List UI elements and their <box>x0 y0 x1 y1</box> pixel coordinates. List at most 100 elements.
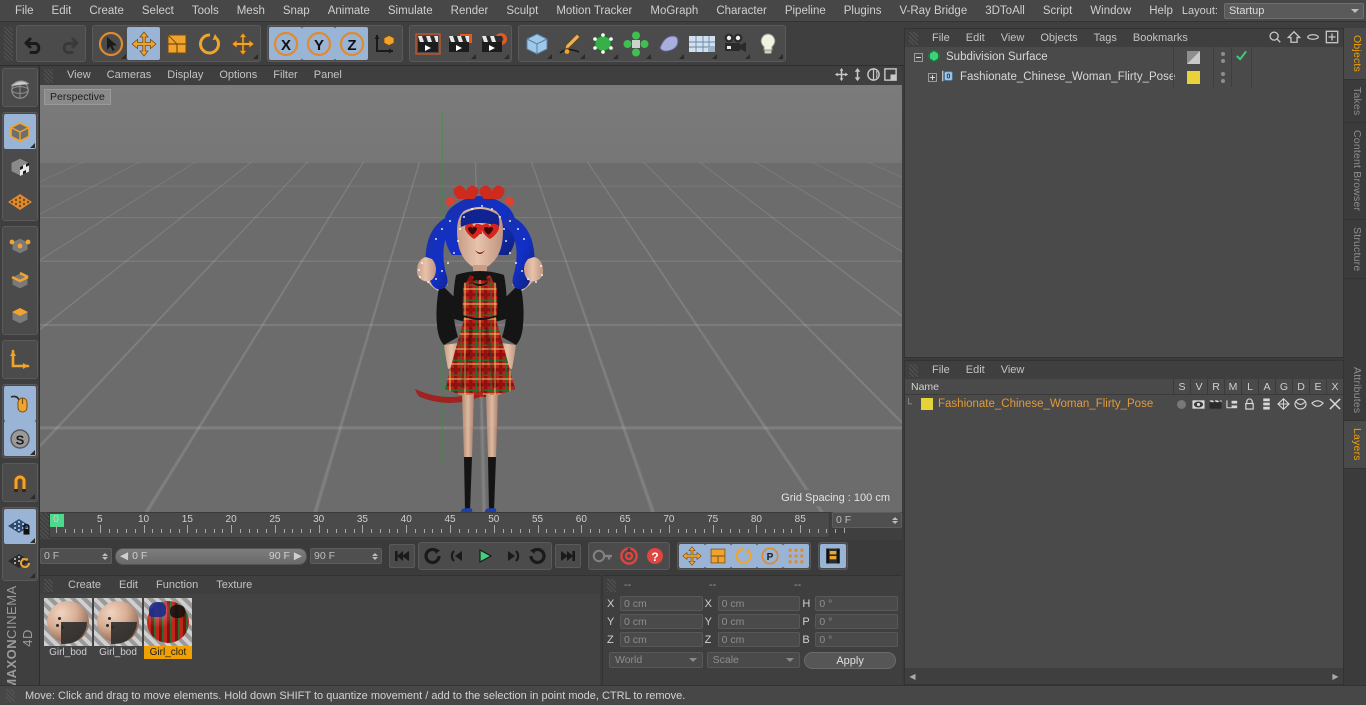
undo-icon[interactable] <box>18 27 51 60</box>
viewport-grip[interactable] <box>44 68 53 83</box>
spline-pen-icon[interactable] <box>553 27 586 60</box>
select-cursor-icon[interactable] <box>94 27 127 60</box>
field-rot-h[interactable]: 0 ° <box>815 596 899 611</box>
scroll-right-arrow-icon[interactable]: ▶ <box>1330 671 1341 682</box>
object-dots-cell[interactable] <box>1213 47 1231 67</box>
viewport-menu-display[interactable]: Display <box>159 66 211 85</box>
menu-item-vray-bridge[interactable]: V-Ray Bridge <box>890 0 976 22</box>
object-row-fashionate-chinese-woman-flirty-pose[interactable]: 0 Fashionate_Chinese_Woman_Flirty_Pose <box>905 67 1343 87</box>
scale-icon[interactable] <box>160 27 193 60</box>
tab-structure[interactable]: Structure <box>1344 220 1366 280</box>
lock-icon[interactable] <box>1241 395 1258 413</box>
model-mode-icon[interactable] <box>3 114 36 149</box>
status-grip[interactable] <box>6 689 15 702</box>
key-rotation-icon[interactable] <box>731 544 757 568</box>
current-frame-field[interactable]: 0 F <box>40 548 112 564</box>
home-icon[interactable] <box>1286 30 1302 47</box>
object-tag-cell[interactable] <box>1173 47 1213 67</box>
layers-list[interactable]: └ Fashionate_Chinese_Woman_Flirty_Pose <box>905 395 1343 668</box>
layers-header-e[interactable]: E <box>1309 378 1326 395</box>
deformer-icon[interactable] <box>1292 395 1309 413</box>
render-clapper-icon[interactable] <box>1207 395 1224 413</box>
world-coordinates-icon[interactable] <box>368 27 401 60</box>
objmgr-menu-view[interactable]: View <box>993 29 1033 47</box>
coordinates-grip[interactable] <box>607 578 616 592</box>
timeline-grip[interactable] <box>40 513 49 539</box>
play-forward-icon[interactable] <box>472 544 498 568</box>
tab-attributes[interactable]: Attributes <box>1344 360 1366 422</box>
menu-item-character[interactable]: Character <box>707 0 776 22</box>
key-position-icon[interactable] <box>679 544 705 568</box>
mouse-viewport-icon[interactable] <box>3 386 36 421</box>
layer-color-tag-icon[interactable] <box>1187 70 1200 84</box>
objmgr-menu-tags[interactable]: Tags <box>1086 29 1125 47</box>
go-to-end-icon[interactable] <box>555 544 581 568</box>
viewport-menu-panel[interactable]: Panel <box>306 66 350 85</box>
material-grip[interactable] <box>44 578 53 592</box>
render-to-picture-viewer-icon[interactable] <box>444 27 477 60</box>
viewport-menu-cameras[interactable]: Cameras <box>99 66 160 85</box>
field-pos-z[interactable]: 0 cm <box>620 632 703 647</box>
layers-grip[interactable] <box>909 363 918 377</box>
material-item[interactable]: Girl_bod <box>44 598 92 685</box>
rotate-icon[interactable] <box>193 27 226 60</box>
menu-item-mesh[interactable]: Mesh <box>228 0 274 22</box>
material-item-selected[interactable]: Girl_clot <box>144 598 192 685</box>
object-check-cell[interactable] <box>1231 67 1251 87</box>
material-menu-create[interactable]: Create <box>59 576 110 594</box>
stepper-icon[interactable] <box>892 516 898 524</box>
menu-item-mograph[interactable]: MoGraph <box>641 0 707 22</box>
menu-item-create[interactable]: Create <box>80 0 133 22</box>
generator-icon[interactable] <box>1275 395 1292 413</box>
axis-modify-icon[interactable] <box>3 342 36 377</box>
workplane-rotate-icon[interactable] <box>3 544 36 579</box>
animation-icon[interactable] <box>1258 395 1275 413</box>
layout-dropdown[interactable]: Startup <box>1223 2 1364 19</box>
timeline-ruler[interactable]: 051015202530354045505560657075808590 <box>49 512 850 538</box>
solo-dot-icon[interactable] <box>1173 395 1190 413</box>
toolbar-grip[interactable] <box>4 26 13 61</box>
move-icon[interactable] <box>127 27 160 60</box>
layers-header-v[interactable]: V <box>1190 378 1207 395</box>
layers-header-m[interactable]: M <box>1224 378 1241 395</box>
layer-row[interactable]: └ Fashionate_Chinese_Woman_Flirty_Pose <box>905 395 1343 413</box>
menu-item-render[interactable]: Render <box>442 0 498 22</box>
material-menu-texture[interactable]: Texture <box>207 576 261 594</box>
ellipse-icon[interactable] <box>1306 30 1320 47</box>
camera-icon[interactable] <box>718 27 751 60</box>
visibility-dots-icon[interactable] <box>1220 71 1225 83</box>
object-row-subdivision-surface[interactable]: Subdivision Surface <box>905 47 1343 67</box>
workplane-lock-icon[interactable] <box>3 509 36 544</box>
stepper-icon[interactable] <box>102 552 108 560</box>
viewport-menu-filter[interactable]: Filter <box>265 66 305 85</box>
viewport-globe-icon[interactable] <box>3 70 36 105</box>
field-size-y[interactable]: 0 cm <box>717 614 801 629</box>
material-menu-function[interactable]: Function <box>147 576 207 594</box>
menu-item-file[interactable]: File <box>6 0 43 22</box>
menu-item-plugins[interactable]: Plugins <box>835 0 891 22</box>
render-settings-icon[interactable] <box>477 27 510 60</box>
transform-mode-dropdown[interactable]: Scale <box>706 652 801 668</box>
environment-icon[interactable] <box>652 27 685 60</box>
layers-header-g[interactable]: G <box>1275 378 1292 395</box>
object-tree[interactable]: Subdivision Surface 0 Fashionate_Chinese… <box>905 47 1343 357</box>
menu-item-select[interactable]: Select <box>133 0 183 22</box>
next-frame-icon[interactable] <box>498 544 524 568</box>
dolly-icon[interactable] <box>851 67 864 85</box>
field-rot-b[interactable]: 0 ° <box>815 632 899 647</box>
menu-item-3dtoall[interactable]: 3DToAll <box>976 0 1034 22</box>
field-rot-p[interactable]: 0 ° <box>815 614 899 629</box>
key-pla-icon[interactable] <box>783 544 809 568</box>
layers-menu-edit[interactable]: Edit <box>958 361 993 379</box>
layers-header-s[interactable]: S <box>1173 378 1190 395</box>
menu-item-script[interactable]: Script <box>1034 0 1081 22</box>
deformer-icon[interactable] <box>619 27 652 60</box>
y-axis-icon[interactable]: Y <box>302 27 335 60</box>
field-size-z[interactable]: 0 cm <box>717 632 801 647</box>
apply-button[interactable]: Apply <box>804 652 896 669</box>
orbit-icon[interactable] <box>866 67 881 85</box>
objmgr-menu-bookmarks[interactable]: Bookmarks <box>1125 29 1196 47</box>
fit-icon[interactable] <box>1325 30 1339 47</box>
menu-item-window[interactable]: Window <box>1081 0 1140 22</box>
go-to-start-icon[interactable] <box>389 544 415 568</box>
